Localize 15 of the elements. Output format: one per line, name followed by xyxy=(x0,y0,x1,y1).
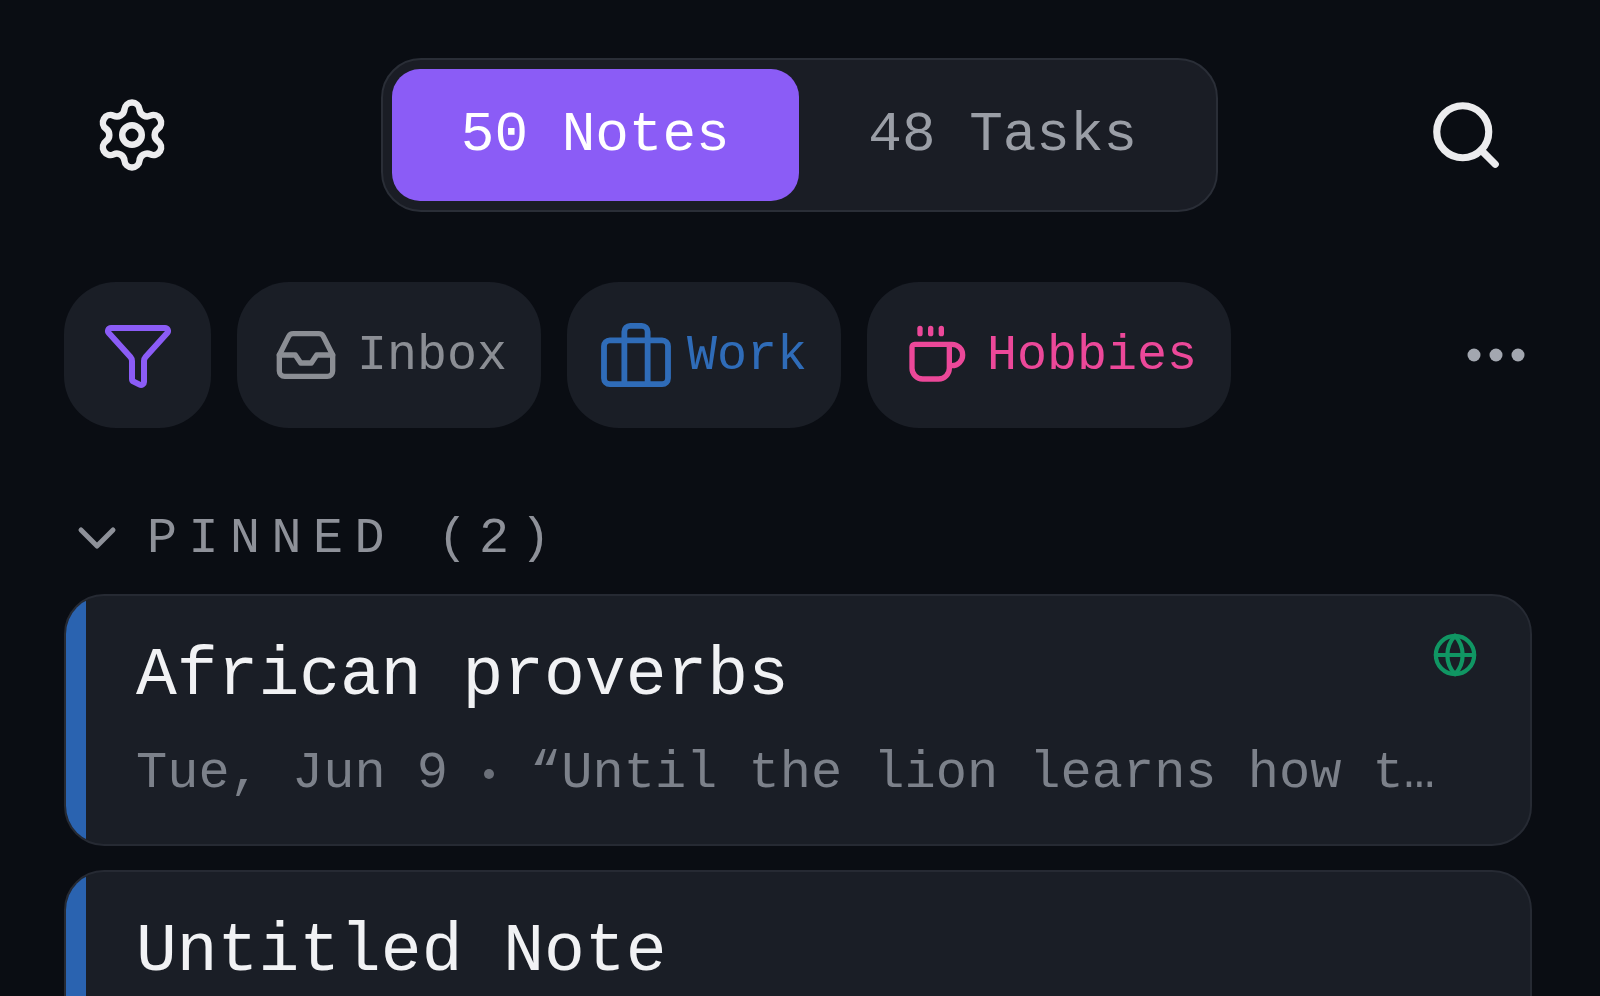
category-chip[interactable]: Hobbies xyxy=(867,282,1232,428)
note-date: Tue, Jun 9 xyxy=(136,744,449,804)
more-button[interactable] xyxy=(1467,348,1525,362)
note-title: Untitled Note xyxy=(136,916,667,988)
filter-button[interactable] xyxy=(64,282,211,428)
view-tab[interactable]: 48 Tasks xyxy=(799,69,1207,201)
note-card[interactable]: Untitled Note xyxy=(64,870,1532,996)
view-tab[interactable]: 50 Notes xyxy=(391,69,799,201)
note-card[interactable]: African proverbs Tue, Jun 9 “Until the lion learns how t… xyxy=(64,594,1532,846)
category-chip[interactable]: Inbox xyxy=(237,282,542,428)
more-icon xyxy=(1467,348,1525,362)
section-header[interactable]: PINNED (2) xyxy=(77,508,563,568)
note-title: African proverbs xyxy=(136,640,789,712)
category-chip[interactable]: Work xyxy=(567,282,842,428)
note-preview: “Until the lion learns how t… xyxy=(530,744,1435,804)
